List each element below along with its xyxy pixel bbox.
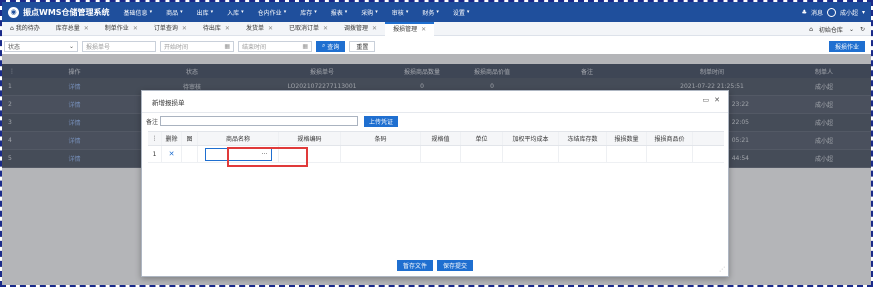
top-nav: ◉ 振点WMS仓储管理系统 基础信息 ▾ 商品 ▾ 出库 ▾ 入库 ▾ 仓内作业 ▾ 库存… <box>2 2 871 22</box>
chevron-down-icon: ▾ <box>466 9 470 15</box>
calendar-icon: ▦ <box>224 42 230 50</box>
menu-item-outbound[interactable]: 出库 ▾ <box>197 8 214 17</box>
column-menu-icon[interactable]: ⋮ <box>148 132 162 145</box>
app-title: 振点WMS仓储管理系统 <box>23 7 110 17</box>
chevron-down-icon: ▾ <box>436 9 439 15</box>
close-icon[interactable]: ✕ <box>372 25 377 32</box>
remark-label: 备注 <box>146 118 159 126</box>
tab-bar: ⌂ 我的待办 库存总量 ✕ 制单作业 ✕ 订单查询 ✕ 待出库 ✕ 发货单 ✕ 已取消订单… <box>2 21 871 36</box>
menu-item-warehouse-ops[interactable]: 仓内作业 ▾ <box>258 8 287 17</box>
reset-button[interactable]: 重置 <box>349 40 376 52</box>
chevron-down-icon: ▾ <box>405 9 409 15</box>
delete-row-icon[interactable]: ✕ <box>169 150 175 158</box>
tab-cancelled-orders[interactable]: 已取消订单 ✕ <box>281 22 336 36</box>
close-icon[interactable]: ✕ <box>268 25 273 32</box>
new-damage-report-dialog: 新增报损单 ▭ ✕ 备注 上传凭证 ⋮ 删除 图 商品名称 规格编码 条码 规格… <box>141 90 729 277</box>
upload-voucher-button[interactable]: 上传凭证 <box>364 115 399 127</box>
search-icon: ⌕ <box>322 42 326 49</box>
tab-todo[interactable]: ⌂ 我的待办 <box>2 22 48 36</box>
menu-item-purchase[interactable]: 采购 ▾ <box>361 8 378 17</box>
tab-order-query[interactable]: 订单查询 ✕ <box>146 22 195 36</box>
chevron-down-icon: ▾ <box>861 8 865 16</box>
remark-row: 备注 上传凭证 <box>146 115 399 127</box>
close-icon[interactable]: ✕ <box>84 25 89 32</box>
bell-icon[interactable]: ♣ <box>802 9 807 16</box>
menu-item-inventory[interactable]: 库存 ▾ <box>300 8 317 17</box>
highlight-box <box>227 147 308 167</box>
menu-item-audit[interactable]: 审核 ▾ <box>392 8 409 17</box>
save-draft-button[interactable]: 暂存文件 <box>396 260 433 271</box>
menu-item-settings[interactable]: 设置 ▾ <box>453 8 470 17</box>
close-icon[interactable]: ✕ <box>323 25 328 32</box>
refresh-icon[interactable]: ↻ <box>860 26 865 33</box>
table-header: ⋮ 删除 图 商品名称 规格编码 条码 规格值 单位 加权平均成本 冻结库存数 … <box>148 131 724 146</box>
tab-shipping-order[interactable]: 发货单 ✕ <box>238 22 281 36</box>
chevron-down-icon: ▾ <box>283 9 287 15</box>
end-time-input[interactable]: 结束时间 ▦ <box>238 40 312 52</box>
tab-transfer[interactable]: 调拨管理 ✕ <box>336 22 385 36</box>
warehouse-name: 初始仓库 <box>818 26 843 34</box>
user-name[interactable]: 成小超 <box>840 8 858 17</box>
close-icon[interactable]: ✕ <box>182 25 187 32</box>
notify-label[interactable]: 消息 <box>811 8 823 17</box>
menu-item-inbound[interactable]: 入库 ▾ <box>227 8 244 17</box>
chevron-down-icon: ⌄ <box>848 25 854 33</box>
dialog-footer: 暂存文件 保存提交 <box>142 260 728 271</box>
order-no-placeholder: 报损单号 <box>86 43 111 51</box>
calendar-icon: ▦ <box>302 42 308 50</box>
close-icon[interactable]: ✕ <box>714 96 720 104</box>
menu-item-reports[interactable]: 报表 ▾ <box>331 8 348 17</box>
tab-order-making[interactable]: 制单作业 ✕ <box>97 22 146 36</box>
chevron-down-icon: ▾ <box>314 9 317 15</box>
chevron-down-icon: ⌄ <box>68 42 74 50</box>
maximize-icon[interactable]: ▭ <box>703 96 710 104</box>
tab-pending-outbound[interactable]: 待出库 ✕ <box>195 22 238 36</box>
remark-input[interactable] <box>160 116 359 126</box>
chevron-down-icon: ▾ <box>241 9 244 15</box>
user-avatar-icon[interactable] <box>826 7 836 17</box>
filter-bar: 状态 ⌄ 报损单号 开始时间 ▦ 结束时间 ▦ ⌕ 查询 重置 报损作业 <box>2 38 871 54</box>
close-icon[interactable]: ✕ <box>421 26 426 33</box>
save-submit-button[interactable]: 保存提交 <box>437 260 474 271</box>
dialog-header: 新增报损单 ▭ ✕ <box>142 91 728 113</box>
chevron-down-icon: ▾ <box>210 9 214 15</box>
chevron-down-icon: ▾ <box>344 9 348 15</box>
top-right-area: ♣ 消息 成小超 ▾ <box>798 2 865 22</box>
menu-item-basic[interactable]: 基础信息 ▾ <box>124 8 153 17</box>
close-icon[interactable]: ✕ <box>133 25 138 32</box>
home-icon: ⌂ <box>10 24 14 32</box>
chevron-down-icon: ▾ <box>180 9 183 15</box>
tab-damage-report[interactable]: 报损管理 ✕ <box>385 21 435 36</box>
warehouse-switch[interactable]: ⌂ 初始仓库 ⌄ ↻ <box>803 22 865 36</box>
logo-icon: ◉ <box>8 6 19 18</box>
image-cell <box>182 146 198 162</box>
menu-item-goods[interactable]: 商品 ▾ <box>166 8 183 17</box>
close-icon[interactable]: ✕ <box>225 25 230 32</box>
chevron-down-icon: ▾ <box>149 9 153 15</box>
tab-inventory-total[interactable]: 库存总量 ✕ <box>48 22 97 36</box>
resize-grip-icon[interactable]: ⋰ <box>719 266 725 273</box>
damage-action-button[interactable]: 报损作业 <box>828 41 865 52</box>
dialog-title: 新增报损单 <box>152 98 185 107</box>
dialog-controls: ▭ ✕ <box>698 96 721 104</box>
start-time-input[interactable]: 开始时间 ▦ <box>160 40 234 52</box>
menu-item-finance[interactable]: 财务 ▾ <box>422 8 439 17</box>
query-button[interactable]: ⌕ 查询 <box>316 40 346 52</box>
warehouse-icon: ⌂ <box>809 25 813 33</box>
main-menu: 基础信息 ▾ 商品 ▾ 出库 ▾ 入库 ▾ 仓内作业 ▾ 库存 ▾ 报表 ▾ 采购 ▾ 审核 ▾ … <box>124 8 484 17</box>
chevron-down-icon: ▾ <box>375 9 378 15</box>
order-no-input[interactable]: 报损单号 <box>82 40 156 52</box>
status-select[interactable]: 状态 ⌄ <box>4 40 78 52</box>
